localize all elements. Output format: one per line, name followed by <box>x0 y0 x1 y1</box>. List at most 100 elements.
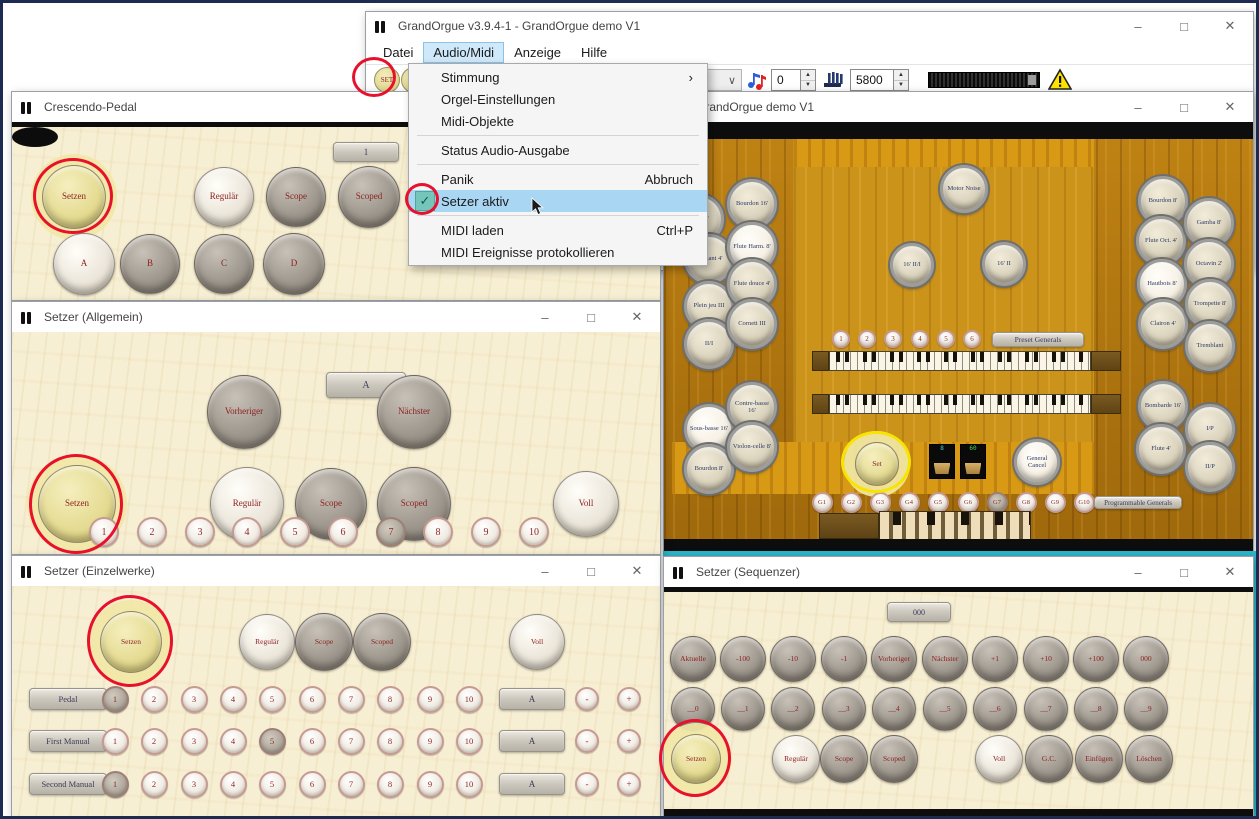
spin-down-icon[interactable]: ▼ <box>894 81 908 91</box>
console-titlebar[interactable]: GrandOrgue demo V1 – □ ✕ <box>664 92 1253 122</box>
piston-6[interactable]: 6 <box>299 686 326 713</box>
piston-1[interactable]: 1 <box>89 517 119 547</box>
piston-10[interactable]: 10 <box>456 686 483 713</box>
close-button[interactable]: ✕ <box>614 556 660 586</box>
piston-g5[interactable]: G5 <box>928 492 949 513</box>
piston-6[interactable]: 6 <box>299 771 326 798</box>
piston-2[interactable]: 2 <box>858 330 876 348</box>
close-button[interactable]: ✕ <box>1207 12 1253 40</box>
knob-aktuelle[interactable]: Aktuelle <box>670 636 716 682</box>
maximize-button[interactable]: □ <box>1161 557 1207 587</box>
stop-violon-celle-8[interactable]: Violon-celle 8' <box>727 422 777 472</box>
stop-motor-noise[interactable]: Motor Noise <box>940 165 988 213</box>
knob-9[interactable]: __9 <box>1124 687 1168 731</box>
piston-8[interactable]: 8 <box>377 728 404 755</box>
knob-einf-gen[interactable]: Einfügen <box>1075 735 1123 783</box>
knob-setzen[interactable]: Setzen <box>671 734 721 784</box>
close-button[interactable]: ✕ <box>614 302 660 332</box>
menu-item-panik[interactable]: PanikAbbruch <box>409 168 707 190</box>
maximize-button[interactable]: □ <box>568 556 614 586</box>
stop-flute-4[interactable]: Flute 4' <box>1136 424 1186 474</box>
knob-scope[interactable]: Scope <box>295 613 353 671</box>
close-button[interactable]: ✕ <box>1207 92 1253 122</box>
knob-scope[interactable]: Scope <box>820 735 868 783</box>
menubar-item-anzeige[interactable]: Anzeige <box>505 43 570 62</box>
knob-4[interactable]: __4 <box>872 687 916 731</box>
piston-6[interactable]: 6 <box>328 517 358 547</box>
piston-2[interactable]: 2 <box>137 517 167 547</box>
lower-manual-keyboard[interactable] <box>829 394 1091 414</box>
knob-regul-r[interactable]: Regulär <box>239 614 295 670</box>
piston-3[interactable]: 3 <box>181 728 208 755</box>
knob-n-chster[interactable]: Nächster <box>377 375 451 449</box>
minimize-button[interactable]: – <box>1115 557 1161 587</box>
piston-5[interactable]: 5 <box>259 771 286 798</box>
piston-5[interactable]: 5 <box>280 517 310 547</box>
knob-10[interactable]: -10 <box>770 636 816 682</box>
stop-cornett-iii[interactable]: Cornett III <box>727 299 777 349</box>
stop-16-ii[interactable]: 16' II <box>982 242 1026 286</box>
allgemein-titlebar[interactable]: Setzer (Allgemein) – □ ✕ <box>12 302 660 332</box>
knob-scoped[interactable]: Scoped <box>353 613 411 671</box>
stop-clairon-4[interactable]: Clairon 4' <box>1138 299 1188 349</box>
spin-up-icon[interactable]: ▲ <box>894 70 908 81</box>
piston-2[interactable]: 2 <box>141 771 168 798</box>
knob-000[interactable]: 000 <box>1123 636 1169 682</box>
knob-a[interactable]: A <box>53 233 115 295</box>
piston-g7[interactable]: G7 <box>987 492 1008 513</box>
toolbar-set-button[interactable]: SET <box>374 67 400 93</box>
piston-1[interactable]: 1 <box>102 686 129 713</box>
sequenzer-titlebar[interactable]: Setzer (Sequenzer) – □ ✕ <box>664 557 1253 587</box>
piston-3[interactable]: 3 <box>884 330 902 348</box>
piston-item[interactable]: + <box>617 772 641 796</box>
maximize-button[interactable]: □ <box>568 302 614 332</box>
maximize-button[interactable]: □ <box>1161 92 1207 122</box>
piston-3[interactable]: 3 <box>185 517 215 547</box>
knob-set[interactable]: Set <box>855 442 899 486</box>
piston-4[interactable]: 4 <box>911 330 929 348</box>
main-titlebar[interactable]: GrandOrgue v3.9.4-1 - GrandOrgue demo V1… <box>366 12 1253 40</box>
knob-d[interactable]: D <box>263 233 325 295</box>
piston-5[interactable]: 5 <box>259 728 286 755</box>
minimize-button[interactable]: – <box>1115 12 1161 40</box>
piston-item[interactable]: - <box>575 772 599 796</box>
stop-tremblant[interactable]: Tremblant <box>1185 321 1235 371</box>
menu-item-midi-laden[interactable]: MIDI ladenCtrl+P <box>409 219 707 241</box>
spin-up-icon[interactable]: ▲ <box>801 70 815 81</box>
knob-6[interactable]: __6 <box>973 687 1017 731</box>
spin-down-icon[interactable]: ▼ <box>801 81 815 91</box>
menu-item-midi-ereignisse-protokollieren[interactable]: MIDI Ereignisse protokollieren <box>409 241 707 263</box>
piston-6[interactable]: 6 <box>299 728 326 755</box>
piston-9[interactable]: 9 <box>471 517 501 547</box>
piston-item[interactable]: + <box>617 687 641 711</box>
piston-g6[interactable]: G6 <box>958 492 979 513</box>
einzelwerke-titlebar[interactable]: Setzer (Einzelwerke) – □ ✕ <box>12 556 660 586</box>
piston-item[interactable]: + <box>617 729 641 753</box>
piston-4[interactable]: 4 <box>220 686 247 713</box>
transpose-spinner[interactable]: 0 ▲▼ <box>771 69 816 91</box>
knob-c[interactable]: C <box>194 234 254 294</box>
piston-g10[interactable]: G10 <box>1074 492 1095 513</box>
knob-3[interactable]: __3 <box>822 687 866 731</box>
knob-b[interactable]: B <box>120 234 180 294</box>
knob-vorheriger[interactable]: Vorheriger <box>207 375 281 449</box>
knob-scoped[interactable]: Scoped <box>870 735 918 783</box>
piston-g3[interactable]: G3 <box>870 492 891 513</box>
knob-setzen[interactable]: Setzen <box>100 611 162 673</box>
menubar-item-datei[interactable]: Datei <box>374 43 422 62</box>
piston-1[interactable]: 1 <box>832 330 850 348</box>
knob-0[interactable]: __0 <box>671 687 715 731</box>
knob-setzen[interactable]: Setzen <box>42 165 106 229</box>
minimize-button[interactable]: – <box>1115 92 1161 122</box>
stop-16-ii-i[interactable]: 16' II/I <box>890 243 934 287</box>
temperament-combo[interactable]: ∨ <box>704 69 742 91</box>
polyphony-value[interactable]: 5800 <box>850 69 894 91</box>
piston-6[interactable]: 6 <box>963 330 981 348</box>
knob-100[interactable]: +100 <box>1073 636 1119 682</box>
polyphony-spinner[interactable]: 5800 ▲▼ <box>850 69 909 91</box>
menubar-item-hilfe[interactable]: Hilfe <box>572 43 616 62</box>
piston-g2[interactable]: G2 <box>841 492 862 513</box>
knob-regul-r[interactable]: Regulär <box>194 167 254 227</box>
piston-2[interactable]: 2 <box>141 728 168 755</box>
piston-5[interactable]: 5 <box>259 686 286 713</box>
